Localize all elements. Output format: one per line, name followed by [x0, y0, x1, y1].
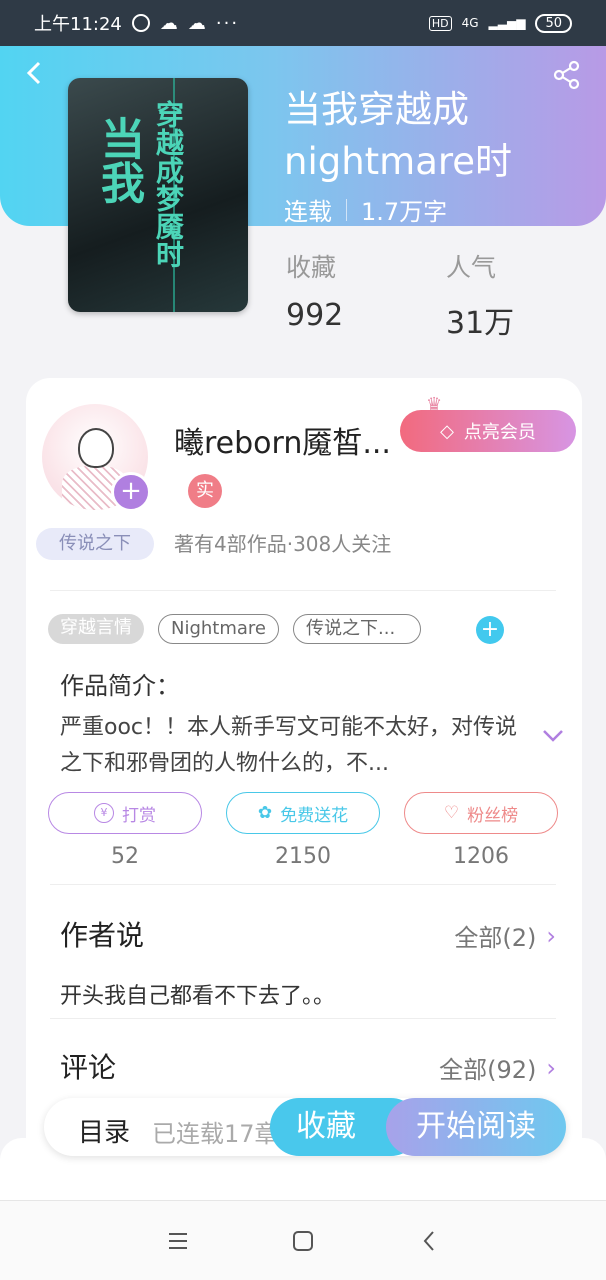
book-status: 连载 [284, 198, 332, 226]
back-nav-icon[interactable] [418, 1229, 442, 1253]
popularity-stat-label: 人气 [446, 253, 497, 282]
book-title: 当我穿越成nightmare时 [284, 88, 513, 183]
vip-button[interactable]: ◇ 点亮会员 [400, 410, 576, 452]
menu-icon[interactable] [166, 1229, 190, 1253]
popularity-stat: 人气 31万 [446, 248, 514, 342]
toc-button[interactable]: 目录 [78, 1112, 130, 1149]
chevron-down-icon[interactable] [542, 724, 564, 749]
book-cover[interactable]: 当我 穿越成梦魇时 [68, 78, 248, 312]
vip-button-label: 点亮会员 [463, 422, 536, 443]
flower-button[interactable]: ✿ 免费送花 [226, 792, 380, 834]
divider [50, 884, 556, 885]
start-reading-button[interactable]: 开始阅读 [386, 1098, 566, 1156]
cover-title-sub: 穿越成梦魇时 [152, 100, 185, 268]
popularity-stat-value: 31万 [446, 306, 515, 341]
status-bar: 上午11:24 ☁ ☁ ··· HD 4G ▂▃▅▆ 50 [0, 0, 606, 46]
verified-badge: 实 [188, 474, 222, 508]
fan-rank-button-label: 粉丝榜 [467, 805, 519, 826]
yen-icon: ¥ [94, 803, 114, 823]
comments-all-label: 全部(92) [439, 1056, 537, 1084]
author-says-all-label: 全部(2) [454, 924, 537, 952]
tag-item[interactable]: 传说之下... [293, 614, 422, 644]
fan-rank-count: 1206 [453, 844, 509, 869]
wechat-icon: ☁ [159, 12, 178, 34]
diamond-icon: ◇ [440, 420, 454, 442]
comments-heading: 评论 [60, 1051, 117, 1084]
author-name[interactable]: 曦reborn魇皙... [174, 418, 391, 462]
chevron-right-icon: › [546, 1053, 556, 1082]
comments-all-link[interactable]: 全部(92) › [439, 1050, 556, 1085]
serial-count: 已连载17章 [152, 1120, 279, 1148]
fav-stat-value: 992 [286, 298, 344, 333]
tag-list: 穿越言情 Nightmare 传说之下... [48, 614, 422, 644]
cover-title-main: 当我 [93, 116, 144, 204]
fav-stat: 收藏 992 [286, 248, 343, 333]
home-icon[interactable] [291, 1229, 315, 1253]
follow-plus-button[interactable]: + [111, 472, 151, 512]
flower-button-label: 免费送花 [280, 805, 349, 826]
add-tag-button[interactable]: + [476, 616, 504, 644]
author-fan-tag: 传说之下 [36, 528, 154, 560]
wechat-icon-2: ☁ [187, 12, 206, 34]
divider [50, 590, 556, 591]
divider [50, 1018, 556, 1019]
chevron-right-icon: › [546, 921, 556, 950]
system-nav-bar [0, 1200, 606, 1280]
back-arrow-icon[interactable] [22, 60, 48, 86]
status-time: 上午11:24 [34, 14, 122, 35]
book-meta: 连载 1.7万字 [284, 192, 447, 227]
hd-icon: HD [428, 15, 452, 31]
flower-icon: ✿ [257, 803, 273, 823]
battery-icon: 50 [535, 13, 572, 33]
author-says-text: 开头我自己都看不下去了。。 [60, 984, 336, 1009]
tip-button[interactable]: ¥ 打赏 [48, 792, 202, 834]
intro-text: 严重ooc！！本人新手写文可能不太好，对传说之下和邪骨团的人物什么的，不... [60, 715, 518, 776]
author-stats: 著有4部作品·308人关注 [174, 532, 392, 556]
flower-count: 2150 [275, 844, 331, 869]
author-says-heading: 作者说 [60, 919, 145, 952]
tip-button-label: 打赏 [122, 805, 156, 826]
alarm-icon [131, 14, 150, 32]
signal-icon: ▂▃▅▆ [488, 16, 526, 30]
tip-count: 52 [111, 844, 139, 869]
fan-rank-button[interactable]: ♡ 粉丝榜 [404, 792, 558, 834]
meta-separator [346, 198, 347, 221]
intro-heading: 作品简介： [60, 672, 180, 700]
network-label: 4G [461, 16, 479, 30]
fav-stat-label: 收藏 [286, 253, 337, 282]
more-dots-icon: ··· [215, 12, 240, 34]
tag-item[interactable]: Nightmare [158, 614, 280, 644]
avatar-face [78, 428, 114, 468]
user-heart-icon: ♡ [443, 803, 460, 823]
author-says-all-link[interactable]: 全部(2) › [454, 918, 556, 953]
tag-item[interactable]: 穿越言情 [48, 614, 144, 644]
word-count: 1.7万字 [361, 198, 448, 226]
